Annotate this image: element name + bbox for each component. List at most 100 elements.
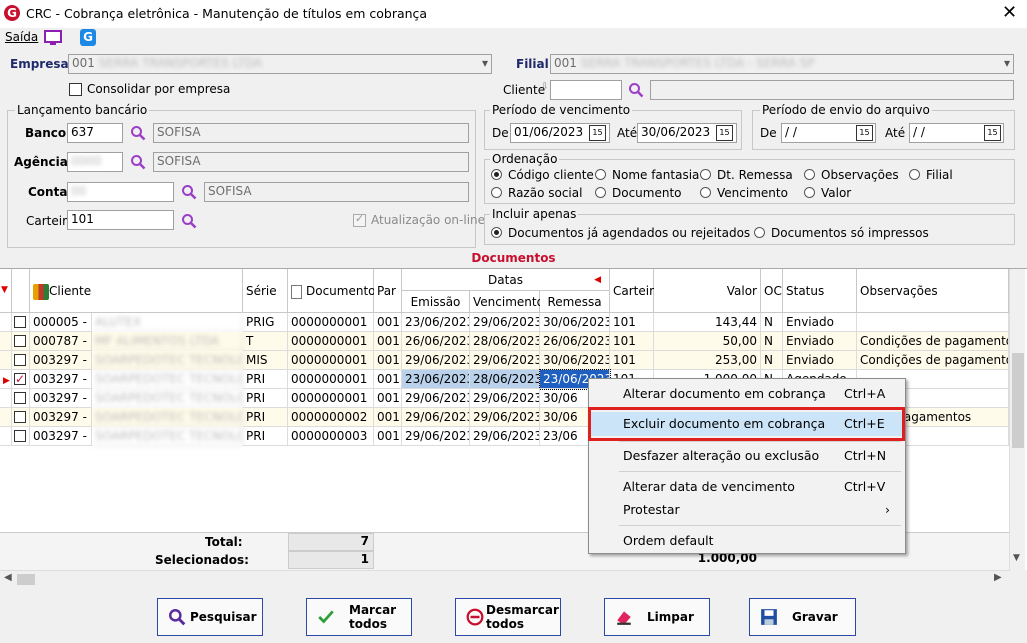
menu-item-desfazer[interactable]: Desfazer alteração ou exclusão Ctrl+N [589,444,905,468]
row-checkbox-cell[interactable] [12,313,30,332]
row-checkbox[interactable]: ✓ [14,372,26,386]
menu-item-protestar[interactable]: Protestar › [589,498,905,522]
cell-valor: 253,00 [654,351,761,370]
ord-label: Valor [821,186,852,200]
row-checkbox[interactable] [14,354,26,366]
cell-doc: 0000000001 [288,313,374,332]
cell-emissao: 29/06/2023 [402,351,470,370]
header-status[interactable]: Status [783,269,857,313]
selecionados-value: 1 [288,551,374,569]
header-cliente[interactable]: Cliente [30,269,243,313]
search-icon[interactable] [130,125,146,141]
menu-saida[interactable]: Saída [5,30,38,44]
header-remessa[interactable]: Remessa [540,291,610,313]
hscroll-thumb[interactable] [17,574,35,585]
calendar-icon[interactable]: 15 [984,125,1001,141]
calendar-icon[interactable]: 15 [589,125,606,141]
row-checkbox[interactable] [14,411,26,423]
header-par[interactable]: Par [374,269,402,313]
monitor-icon[interactable] [44,30,62,46]
row-checkbox-cell[interactable] [12,389,30,408]
conta-input[interactable]: 00 [67,182,174,202]
calendar-icon[interactable]: 15 [856,125,873,141]
pesquisar-button[interactable]: Pesquisar [157,598,263,636]
carteira-input[interactable]: 101 [67,210,174,230]
header-oc[interactable]: OC [761,269,783,313]
row-checkbox[interactable] [14,335,26,347]
ord-radio-vencimento[interactable] [700,187,711,198]
cliente-code-input[interactable] [550,80,622,100]
header-carteira[interactable]: Carteira [610,269,661,313]
menu-item-alterar-vencimento[interactable]: Alterar data de vencimento Ctrl+V [589,475,905,499]
ord-radio-observacoes[interactable] [804,169,815,180]
header-serie[interactable]: Série [243,269,288,313]
row-checkbox-cell[interactable] [12,427,30,446]
incluir-radio-agendados[interactable] [491,227,502,238]
search-icon[interactable] [130,154,146,170]
cell-venc: 28/06/2023 [470,332,540,351]
ord-radio-razao[interactable] [491,187,502,198]
agencia-input[interactable]: 0000 [67,152,123,172]
cell-par: 001 [374,389,402,408]
table-row[interactable]: 003297 - SOARPEDOTEC TECNOLOG MIS 000000000… [0,351,1009,370]
ord-radio-remessa[interactable] [700,169,711,180]
cell-emissao: 23/06/2023 [402,370,470,389]
row-checkbox-cell[interactable] [12,332,30,351]
close-icon[interactable]: ✕ [1002,2,1017,23]
ord-label: Vencimento [717,186,788,200]
menu-separator [619,441,901,442]
chevron-down-icon[interactable]: ▾ [482,56,488,70]
filial-select[interactable]: 001 SERRA TRANSPORTES LTDA - SERRA SP ▾ [550,54,1014,74]
ord-radio-codigo[interactable] [491,169,502,180]
ord-label: Documento [612,186,682,200]
menu-item-ordem-default[interactable]: Ordem default [589,529,905,553]
limpar-button[interactable]: Limpar [604,598,710,636]
header-documento[interactable]: Documento [288,269,376,313]
header-emissao[interactable]: Emissão [402,291,470,313]
atualizacao-checkbox[interactable]: ✓ [353,212,366,227]
row-checkbox-cell[interactable]: ✓ [12,370,30,389]
envio-title: Período de envio do arquivo [760,103,932,117]
gravar-button[interactable]: Gravar [749,598,856,636]
ord-radio-valor[interactable] [804,187,815,198]
scroll-right-icon[interactable]: ▶ [994,572,1002,583]
documentos-title: Documentos [471,251,556,265]
row-checkbox-cell[interactable] [12,351,30,370]
ord-radio-filial[interactable] [909,169,920,180]
g-help-icon[interactable]: G [80,29,96,46]
scrollbar-thumb[interactable] [1012,353,1024,448]
horizontal-scrollbar[interactable]: ◀ ▶ [0,570,1009,587]
header-valor[interactable]: Valor [654,269,761,313]
cell-emissao: 23/06/2023 [402,313,470,332]
row-checkbox[interactable] [14,392,26,404]
marcar-todos-button[interactable]: Marcar todos [306,598,412,636]
banco-name-field: SOFISA [153,123,469,143]
table-row[interactable]: 000005 - ALUTEX PRIG 0000000001 001 23/06/202… [0,313,1009,332]
cell-code: 003297 - [30,389,92,408]
header-observacoes[interactable]: Observações [857,269,1009,313]
banco-input[interactable]: 637 [67,123,123,143]
empresa-label: Empresa [10,57,69,71]
row-checkbox-cell[interactable] [12,408,30,427]
menu-item-alterar[interactable]: Alterar documento em cobrança Ctrl+A [589,382,905,406]
consolidar-checkbox[interactable] [69,83,82,96]
empresa-select[interactable]: 001 SERRA TRANSPORTES LTDA ▾ [68,54,492,74]
row-checkbox[interactable] [14,430,26,442]
calendar-icon[interactable]: 15 [716,125,733,141]
search-icon[interactable] [181,184,197,200]
ord-radio-documento[interactable] [595,187,606,198]
scroll-down-icon[interactable]: ▼ [1013,553,1020,563]
desmarcar-todos-button[interactable]: Desmarcar todos [455,598,561,636]
chevron-down-icon[interactable]: ▾ [1004,56,1010,70]
indicator-header: ▼ [0,269,12,313]
incluir-radio-impressos[interactable] [754,227,765,238]
cell-serie: PRI [243,370,288,389]
table-row[interactable]: 000787 - MF ALIMENTOS LTDA T 0000000001 001 2… [0,332,1009,351]
search-icon[interactable] [181,213,197,229]
row-checkbox[interactable] [14,316,26,328]
vertical-scrollbar[interactable]: ▼ [1009,269,1025,571]
header-vencimento[interactable]: Vencimento [470,291,544,313]
ord-radio-fantasia[interactable] [595,169,606,180]
search-icon[interactable] [628,82,644,98]
scroll-left-icon[interactable]: ◀ [4,572,12,583]
